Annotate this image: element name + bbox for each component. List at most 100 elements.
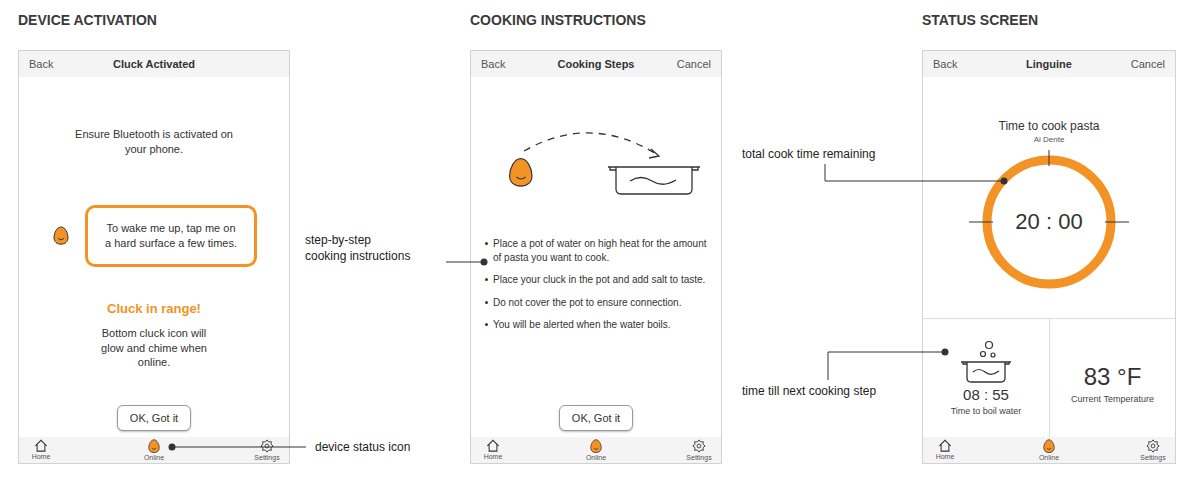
intro-text: Ensure Bluetooth is activated on your ph…: [72, 127, 237, 157]
tab-item[interactable]: Home: [27, 439, 55, 460]
tab-bar: Home Online Settings: [19, 437, 289, 463]
cluck-status-icon: [148, 439, 160, 453]
tab-label: Online: [144, 454, 164, 461]
tab-item[interactable]: Settings: [1139, 439, 1167, 461]
bullet-dot: [485, 323, 488, 326]
nav-bar: Back Cooking Steps Cancel: [471, 51, 721, 77]
tab-label: Home: [936, 453, 955, 460]
next-step-time: 08 : 55: [963, 386, 1009, 403]
step-list: Place a pot of water on high heat for th…: [471, 237, 721, 332]
screen-heading: COOKING INSTRUCTIONS: [470, 8, 722, 50]
screen-column: STATUS SCREEN Back Linguine Cancel Time to c…: [922, 8, 1176, 464]
next-step-label: Time to boil water: [951, 406, 1022, 416]
ok-button[interactable]: OK, Got it: [117, 405, 191, 431]
callout-text: cooking instructions: [305, 248, 410, 264]
cluck-status-icon: [590, 439, 602, 453]
temperature-panel: 83 °F Current Temperature: [1049, 319, 1175, 437]
tab-item[interactable]: Settings: [685, 439, 713, 461]
note-text: Bottom cluck icon will glow and chime wh…: [100, 326, 208, 371]
tab-bar: Home Online Settings: [471, 437, 721, 463]
nav-bar: Back Linguine Cancel: [923, 51, 1175, 77]
step-text: Place your cluck in the pot and add salt…: [493, 273, 705, 287]
back-button[interactable]: Back: [933, 58, 957, 70]
screen-column: DEVICE ACTIVATION Back Cluck Activated Ensu…: [18, 8, 290, 464]
callout-label: total cook time remaining: [742, 146, 875, 162]
screens-row: DEVICE ACTIVATION Back Cluck Activated Ensu…: [0, 0, 1200, 464]
callout-label: time till next cooking step: [742, 383, 876, 399]
step-text: You will be alerted when the water boils…: [493, 318, 671, 332]
step-item: Place your cluck in the pot and add salt…: [485, 273, 709, 287]
bullet-dot: [485, 278, 488, 281]
temperature-label: Current Temperature: [1071, 394, 1154, 404]
status-text: Cluck in range!: [107, 301, 201, 316]
callout-text: total cook time remaining: [742, 146, 875, 162]
tab-item[interactable]: Online: [140, 439, 168, 461]
bullet-dot: [485, 301, 488, 304]
step-item: Place a pot of water on high heat for th…: [485, 237, 709, 264]
tab-item[interactable]: Home: [931, 439, 959, 460]
step-item: Do not cover the pot to ensure connectio…: [485, 296, 709, 310]
screen-heading: DEVICE ACTIVATION: [18, 8, 290, 50]
tab-label: Home: [484, 453, 503, 460]
screen-column: COOKING INSTRUCTIONS Back Cooking Steps Can…: [470, 8, 722, 464]
cluck-into-pot-illustration: [486, 127, 706, 199]
callout-text: step-by-step: [305, 232, 410, 248]
callout-text: device status icon: [315, 439, 410, 455]
step-item: You will be alerted when the water boils…: [485, 318, 709, 332]
step-text: Place a pot of water on high heat for th…: [493, 237, 709, 264]
home-icon: [34, 439, 48, 452]
tip-row: To wake me up, tap me on a hard surface …: [19, 205, 289, 267]
cancel-button[interactable]: Cancel: [1131, 58, 1165, 70]
cluck-icon: [53, 226, 69, 245]
tab-label: Settings: [254, 454, 279, 461]
screen-body: Place a pot of water on high heat for th…: [471, 77, 721, 437]
tab-item[interactable]: Online: [582, 439, 610, 461]
tab-label: Online: [586, 454, 606, 461]
ok-button[interactable]: OK, Got it: [559, 405, 633, 431]
cancel-button[interactable]: Cancel: [677, 58, 711, 70]
tab-label: Settings: [686, 454, 711, 461]
home-icon: [486, 439, 500, 452]
tab-item[interactable]: Online: [1035, 439, 1063, 461]
phone-screen: Back Linguine Cancel Time to cook pasta Al D…: [922, 50, 1176, 464]
gear-icon: [692, 439, 706, 453]
callout-line-icon: [0, 0, 1200, 500]
design-board: DEVICE ACTIVATION Back Cluck Activated Ensu…: [0, 0, 1200, 500]
timer-text: 20 : 00: [964, 146, 1134, 298]
back-button[interactable]: Back: [29, 58, 53, 70]
callout-label: device status icon: [315, 439, 410, 455]
gear-icon: [260, 439, 274, 453]
gear-icon: [1146, 439, 1160, 453]
next-step-panel: 08 : 55 Time to boil water: [923, 319, 1049, 437]
cook-title: Time to cook pasta: [999, 119, 1100, 133]
status-panels: 08 : 55 Time to boil water 83 °F Current Te…: [923, 318, 1175, 437]
tip-box: To wake me up, tap me on a hard surface …: [85, 205, 257, 267]
bullet-dot: [485, 242, 488, 245]
phone-screen: Back Cluck Activated Ensure Bluetooth is a…: [18, 50, 290, 464]
tab-label: Home: [32, 453, 51, 460]
tab-label: Online: [1039, 454, 1059, 461]
screen-heading: STATUS SCREEN: [922, 8, 1176, 50]
nav-title: Linguine: [1026, 58, 1072, 70]
pot-icon: [959, 340, 1013, 384]
timer-ring: 20 : 00: [964, 146, 1134, 298]
nav-title: Cooking Steps: [557, 58, 634, 70]
callout-text: time till next cooking step: [742, 383, 876, 399]
callout-line-icon: [0, 0, 1200, 500]
temperature-value: 83 °F: [1084, 363, 1142, 391]
callout-line-icon: [0, 0, 1200, 500]
nav-bar: Back Cluck Activated: [19, 51, 289, 77]
tab-item[interactable]: Settings: [253, 439, 281, 461]
home-icon: [938, 439, 952, 452]
step-text: Do not cover the pot to ensure connectio…: [493, 296, 681, 310]
tab-label: Settings: [1140, 454, 1165, 461]
callout-label: step-by-stepcooking instructions: [305, 232, 410, 264]
nav-title: Cluck Activated: [113, 58, 195, 70]
back-button[interactable]: Back: [481, 58, 505, 70]
doneness-label: Al Dente: [1034, 135, 1065, 144]
cluck-status-icon: [1043, 439, 1055, 453]
screen-body: Ensure Bluetooth is activated on your ph…: [19, 77, 289, 437]
tab-item[interactable]: Home: [479, 439, 507, 460]
phone-screen: Back Cooking Steps Cancel Place a pot of wa…: [470, 50, 722, 464]
tab-bar: Home Online Settings: [923, 437, 1175, 463]
